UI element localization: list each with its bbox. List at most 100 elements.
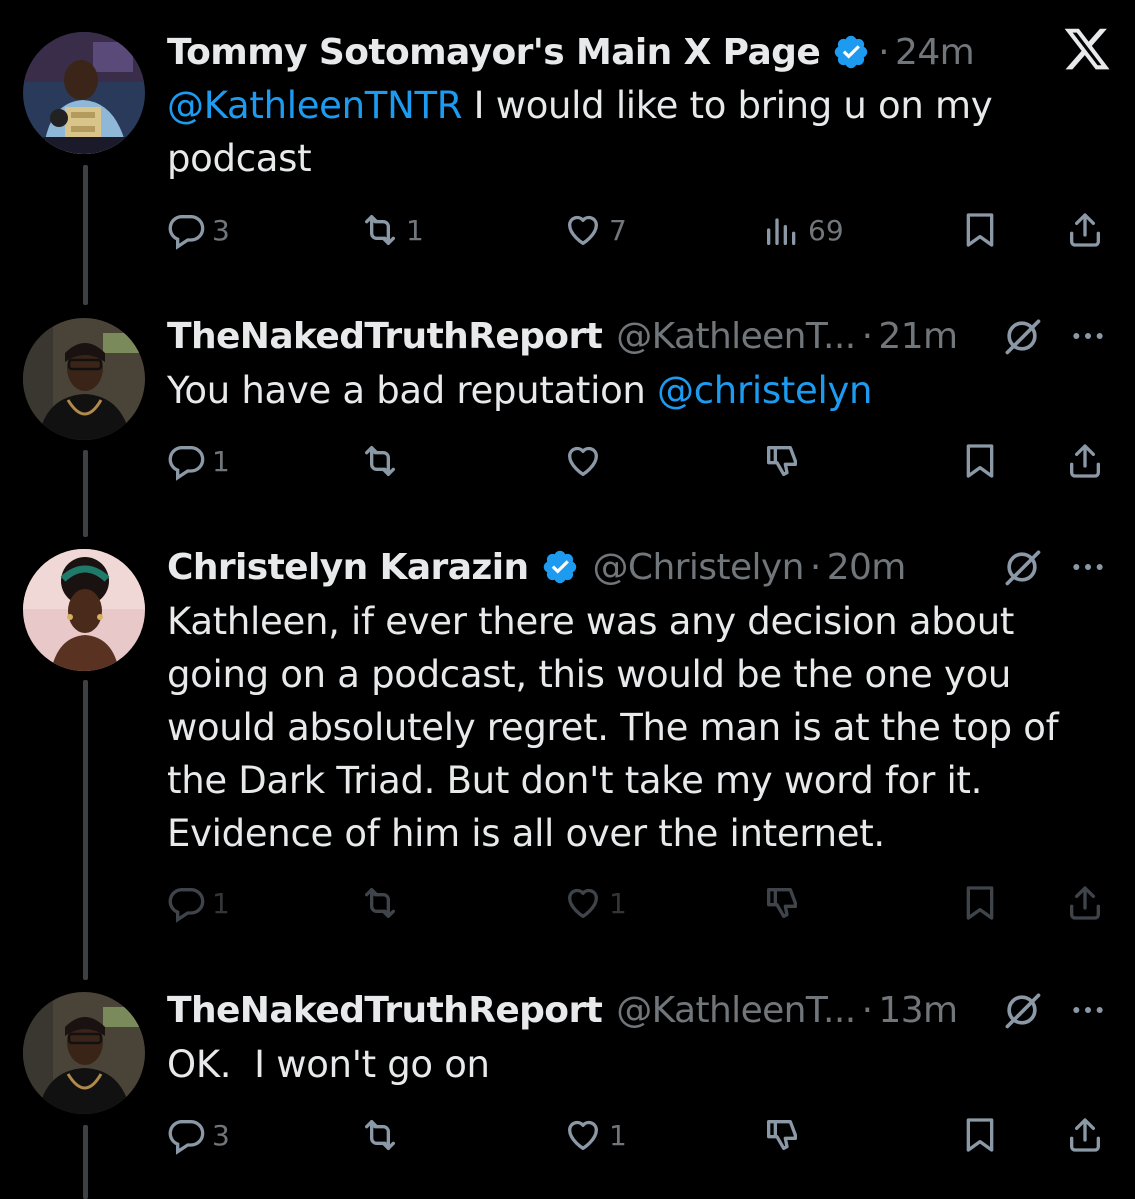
views-button[interactable]: 69 (762, 205, 844, 255)
tweet-top-right (1000, 980, 1108, 1040)
heart-icon (568, 215, 598, 245)
like-button[interactable]: 7 (563, 205, 627, 255)
tweet[interactable]: Tommy Sotomayor's Main X Page · 24m @Kat… (0, 22, 1135, 262)
repost-count: 1 (406, 213, 424, 247)
avatar[interactable] (23, 549, 145, 671)
repost-icon (365, 446, 395, 476)
tweet-actions: 3 1 7 69 (0, 205, 1135, 255)
repost-button[interactable]: 1 (360, 205, 424, 255)
reply-button[interactable]: 1 (166, 436, 230, 486)
timestamp[interactable]: 21m (878, 316, 958, 357)
downvote-button[interactable] (762, 436, 802, 486)
avatar[interactable] (23, 992, 145, 1114)
mention-link[interactable]: @christelyn (657, 369, 872, 412)
repost-button[interactable] (360, 1110, 400, 1160)
bookmark-icon (966, 886, 994, 920)
share-button[interactable] (1065, 878, 1105, 928)
thumbs-down-icon (767, 1120, 797, 1150)
repost-icon (365, 888, 395, 918)
tweet-actions: 1 1 (0, 878, 1135, 928)
separator-dot: · (861, 989, 873, 1031)
display-name[interactable]: Tommy Sotomayor's Main X Page (167, 32, 821, 73)
bookmark-icon (966, 444, 994, 478)
verified-badge-icon[interactable] (832, 33, 870, 71)
repost-button[interactable] (360, 878, 400, 928)
tweet-actions: 1 (0, 436, 1135, 486)
tweet-text-segment: Kathleen, if ever there was any decision… (167, 600, 1059, 855)
bookmark-icon (966, 213, 994, 247)
more-options-icon[interactable] (1068, 316, 1108, 356)
bookmark-button[interactable] (960, 878, 1000, 928)
thumbs-down-icon (767, 888, 797, 918)
reply-icon (168, 1120, 205, 1155)
timestamp[interactable]: 13m (878, 990, 958, 1031)
reply-button[interactable]: 3 (166, 1110, 230, 1160)
verified-badge-icon[interactable] (541, 548, 579, 586)
like-count: 1 (609, 1118, 627, 1152)
tweet-header: Tommy Sotomayor's Main X Page · 24m (167, 22, 975, 82)
heart-icon (568, 888, 598, 918)
share-button[interactable] (1065, 436, 1105, 486)
downvote-button[interactable] (762, 878, 802, 928)
reply-count: 1 (212, 886, 230, 920)
share-button[interactable] (1065, 205, 1105, 255)
share-icon (1070, 886, 1100, 920)
view-count: 69 (808, 213, 844, 247)
like-button[interactable]: 1 (563, 878, 627, 928)
tweet-top-right (1000, 537, 1108, 597)
grok-icon[interactable] (1000, 988, 1044, 1032)
reply-count: 3 (212, 1118, 230, 1152)
tweet-text-segment: You have a bad reputation (167, 369, 658, 412)
reply-count: 3 (212, 213, 230, 247)
share-icon (1070, 213, 1100, 247)
mention-link[interactable]: @KathleenTNTR (167, 84, 463, 127)
timestamp[interactable]: 24m (895, 32, 975, 73)
more-options-icon[interactable] (1068, 547, 1108, 587)
avatar[interactable] (23, 32, 145, 154)
display-name[interactable]: TheNakedTruthReport (167, 316, 603, 357)
repost-button[interactable] (360, 436, 400, 486)
tweet-header: TheNakedTruthReport @KathleenT... · 21m (167, 306, 958, 366)
user-handle[interactable]: @KathleenT... (616, 990, 856, 1031)
like-count: 7 (609, 213, 627, 247)
heart-icon (568, 446, 598, 476)
reply-icon (168, 215, 205, 250)
downvote-button[interactable] (762, 1110, 802, 1160)
share-icon (1070, 444, 1100, 478)
display-name[interactable]: Christelyn Karazin (167, 547, 529, 588)
share-icon (1070, 1118, 1100, 1152)
display-name[interactable]: TheNakedTruthReport (167, 990, 603, 1031)
more-options-icon[interactable] (1068, 990, 1108, 1030)
tweet-text: You have a bad reputation @christelyn (167, 364, 1107, 417)
views-chart-icon (767, 218, 796, 245)
bookmark-button[interactable] (960, 205, 1000, 255)
grok-icon[interactable] (1000, 314, 1044, 358)
repost-icon (365, 215, 395, 245)
like-button[interactable]: 1 (563, 1110, 627, 1160)
tweet-text: @KathleenTNTR I would like to bring u on… (167, 79, 1027, 185)
tweet-top-right (1000, 306, 1108, 366)
reply-button[interactable]: 3 (166, 205, 230, 255)
tweet-header: TheNakedTruthReport @KathleenT... · 13m (167, 980, 958, 1040)
grok-icon[interactable] (1000, 545, 1044, 589)
heart-icon (568, 1120, 598, 1150)
timestamp[interactable]: 20m (827, 547, 907, 588)
bookmark-button[interactable] (960, 436, 1000, 486)
avatar[interactable] (23, 318, 145, 440)
reply-icon (168, 446, 205, 481)
like-button[interactable] (563, 436, 603, 486)
tweet-actions: 3 1 (0, 1110, 1135, 1160)
tweet-text: Kathleen, if ever there was any decision… (167, 595, 1067, 860)
reply-icon (168, 888, 205, 923)
user-handle[interactable]: @Christelyn (593, 547, 805, 588)
tweet[interactable]: Christelyn Karazin @Christelyn · 20m Kat… (0, 537, 1135, 937)
share-button[interactable] (1065, 1110, 1105, 1160)
repost-icon (365, 1120, 395, 1150)
tweet[interactable]: TheNakedTruthReport @KathleenT... · 21m … (0, 306, 1135, 506)
user-handle[interactable]: @KathleenT... (616, 316, 856, 357)
tweet[interactable]: TheNakedTruthReport @KathleenT... · 13m … (0, 980, 1135, 1199)
separator-dot: · (861, 315, 873, 357)
bookmark-icon (966, 1118, 994, 1152)
bookmark-button[interactable] (960, 1110, 1000, 1160)
reply-button[interactable]: 1 (166, 878, 230, 928)
